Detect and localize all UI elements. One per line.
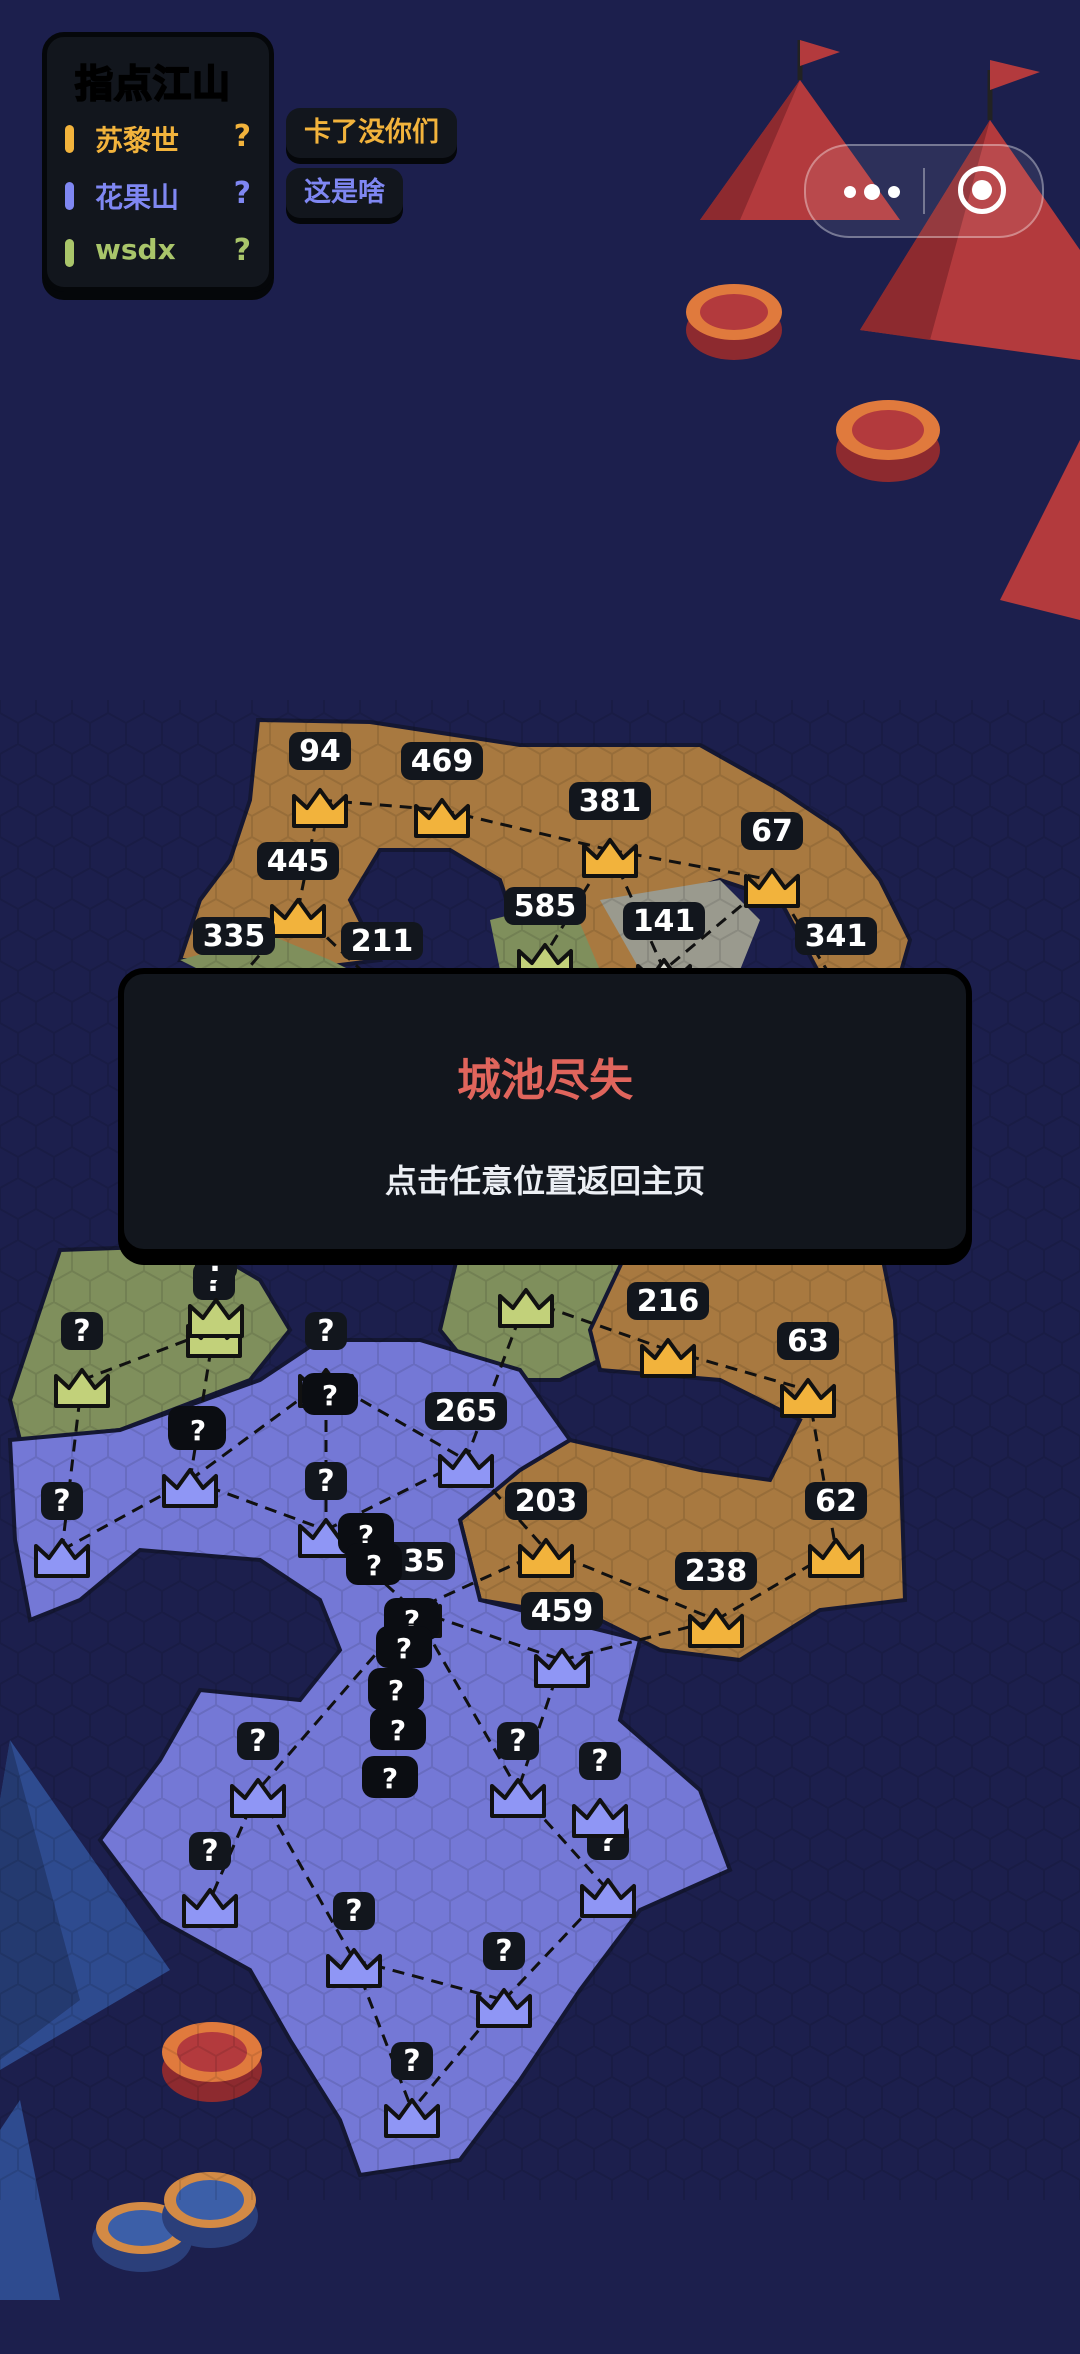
more-dots-icon[interactable] [836,168,906,214]
player-row-1: 苏黎世 ? [65,117,261,161]
mini-program-capsule [804,144,1044,238]
army-marker[interactable]: ? [362,1756,418,1798]
player-color-bar [65,239,74,267]
army-marker[interactable]: ? [170,1408,226,1450]
army-marker-label: ? [388,1674,404,1707]
player-name: wsdx [95,233,176,266]
modal-title: 城池尽失 [457,1055,633,1106]
chat-bubble-1: 卡了没你们 [286,108,457,158]
modal-subtitle: 点击任意位置返回主页 [384,1162,705,1200]
city-troop-count: 469 [411,744,474,779]
city-troop-count: ? [345,1894,362,1929]
player-score: ? [233,119,251,154]
army-marker[interactable]: ? [302,1373,358,1415]
army-marker-label: ? [366,1549,382,1582]
city-troop-count: ? [509,1724,526,1759]
game-over-modal[interactable]: 城池尽失 点击任意位置返回主页 [118,968,972,1255]
city-troop-count: 63 [787,1324,829,1359]
scoreboard-panel: 指点江山 苏黎世 ? 花果山 ? wsdx ? [42,32,274,292]
player-row-2: 花果山 ? [65,174,261,218]
player-score: ? [233,233,251,268]
blue-coins-decoration [92,2172,258,2272]
city-troop-count: 585 [514,889,577,924]
city-troop-count: 335 [203,919,266,954]
city-troop-count: ? [495,1934,512,1969]
city-troop-count: ? [201,1834,218,1869]
army-marker-label: ? [382,1762,398,1795]
city-troop-count: ? [73,1314,90,1349]
city-troop-count: ? [591,1744,608,1779]
army-marker[interactable]: ? [368,1668,424,1710]
city-troop-count: ? [403,2044,420,2079]
city-troop-count: 459 [531,1594,594,1629]
army-marker[interactable]: ? [346,1543,402,1585]
army-marker-label: ? [322,1379,338,1412]
city-troop-count: 216 [637,1284,700,1319]
city-troop-count: 265 [435,1394,498,1429]
city-troop-count: ? [317,1464,334,1499]
city-troop-count: ? [53,1484,70,1519]
city-troop-count: 67 [751,814,793,849]
player-row-3: wsdx ? [65,231,261,275]
city-troop-count: 381 [579,784,642,819]
player-score: ? [233,176,251,211]
city-troop-count: 62 [815,1484,857,1519]
player-name: 花果山 [95,181,180,214]
city-troop-count: 94 [299,734,341,769]
player-name: 苏黎世 [95,124,180,157]
player-color-bar [65,125,74,153]
army-marker[interactable]: ? [370,1708,426,1750]
city-troop-count: ? [249,1724,266,1759]
city-troop-count: 211 [351,924,414,959]
chat-bubble-2: 这是啥 [286,168,403,218]
target-close-icon[interactable] [958,166,1006,214]
city-troop-count: 445 [267,844,330,879]
army-marker-label: ? [396,1632,412,1665]
city-troop-count: 341 [805,919,868,954]
city-troop-count: 203 [515,1484,578,1519]
army-marker[interactable]: ? [376,1626,432,1668]
army-marker-label: ? [390,1714,406,1747]
city-troop-count: 141 [633,904,696,939]
game-title: 指点江山 [74,61,232,107]
city-troop-count: ? [317,1314,334,1349]
player-color-bar [65,182,74,210]
city-troop-count: 238 [685,1554,748,1589]
capsule-divider [923,168,925,214]
army-marker-label: ? [190,1414,206,1447]
